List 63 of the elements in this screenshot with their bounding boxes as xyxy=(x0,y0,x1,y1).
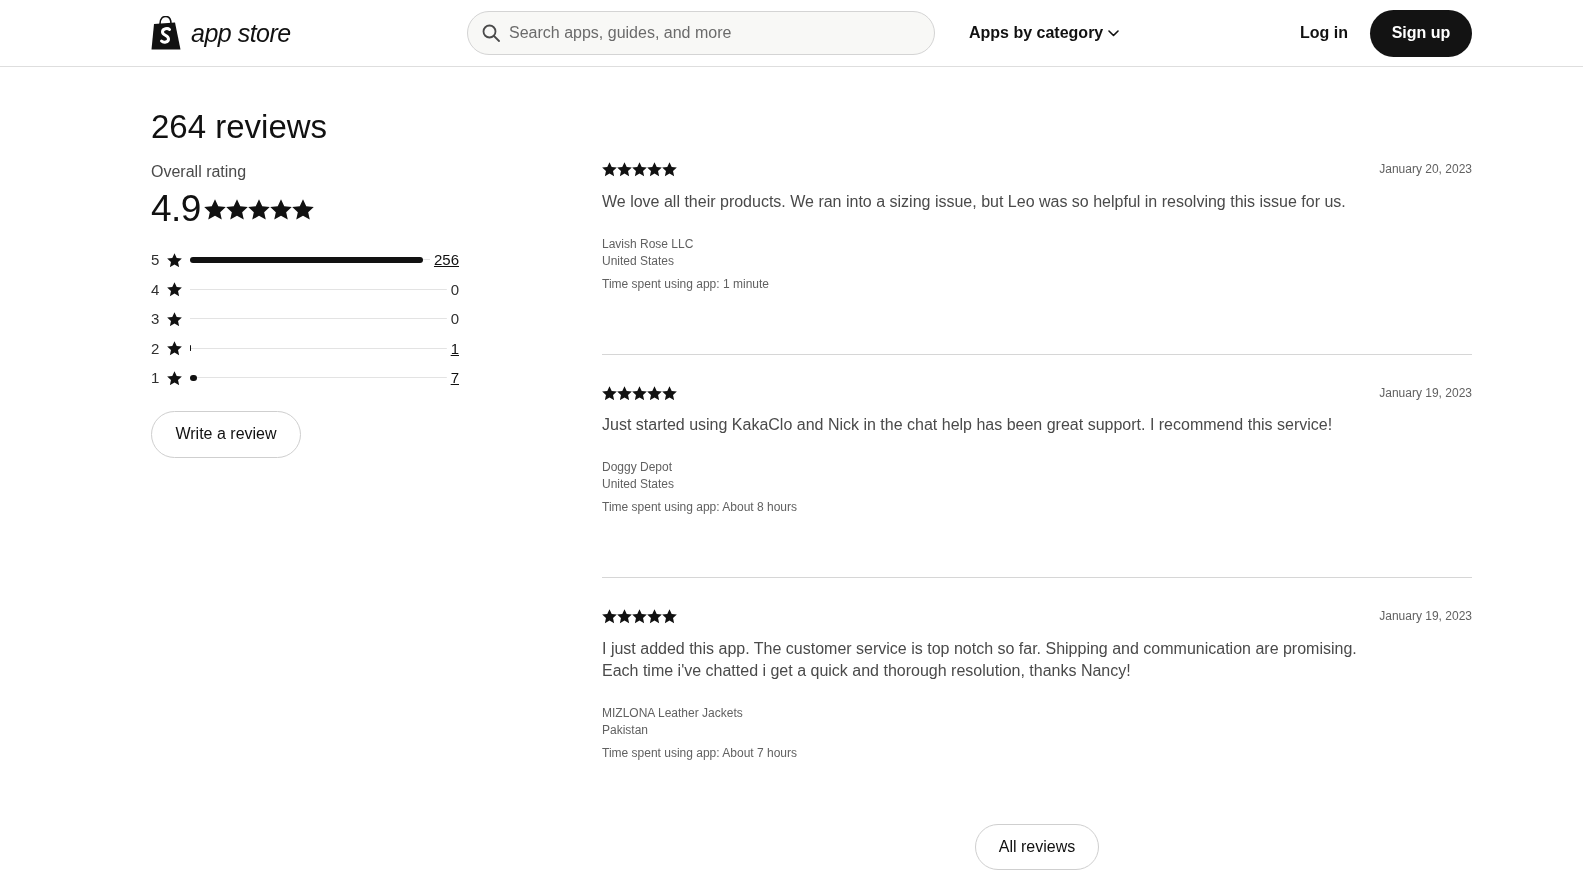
star-icon xyxy=(167,282,182,297)
star-icon xyxy=(647,162,662,177)
logo-text[interactable]: app store xyxy=(191,18,291,48)
star-icon xyxy=(602,162,617,177)
star-icon xyxy=(647,385,662,400)
reviewer-name: Doggy Depot xyxy=(602,459,674,476)
rating-label: 3 xyxy=(151,310,161,328)
review-date: January 19, 2023 xyxy=(1379,609,1472,624)
rating-label: 5 xyxy=(151,251,161,269)
search-field[interactable]: Search apps, guides, and more xyxy=(467,11,935,55)
reviews-title: 264 reviews xyxy=(151,107,329,147)
rating-value: 4.9 xyxy=(151,189,201,229)
star-icon xyxy=(602,609,617,624)
time-spent-text: Time spent using app: About 8 hours xyxy=(602,499,798,516)
review-text: Just started using KakaClo and Nick in the chat help has been great support. I recommend this service! xyxy=(602,415,1334,435)
star-icon xyxy=(647,609,662,624)
login-link[interactable]: Log in xyxy=(1300,24,1348,42)
category-menu-button[interactable]: Apps by category xyxy=(969,24,1120,42)
reviewer-location: United States xyxy=(602,252,676,270)
time-spent-text: Time spent using app: 1 minute xyxy=(602,275,770,293)
write-review-button[interactable]: Write a review xyxy=(151,410,301,458)
star-icon xyxy=(225,198,248,220)
star-icon xyxy=(617,609,632,624)
star-icon xyxy=(291,198,314,220)
reviewer-location: Pakistan xyxy=(602,721,650,739)
star-icon xyxy=(632,609,647,624)
shopping-bag-icon[interactable] xyxy=(151,16,181,50)
star-icon xyxy=(662,162,677,177)
all-reviews-button[interactable]: All reviews xyxy=(975,823,1099,870)
reviewer-name: MIZLONA Leather Jackets xyxy=(602,704,744,722)
chevron-down-icon xyxy=(1108,29,1120,37)
review-text: We love all their products. We ran into a sizing issue, but Leo was so helpful in resolving this issue for us. xyxy=(602,191,1347,212)
review-text: I just added this app. The customer service is top notch so far. Shipping and communication are promising. Each time i've chatted i get a quick and thorough resolution, thanks Nancy! xyxy=(602,638,1358,681)
rating-label: 2 xyxy=(151,339,161,357)
review-count-link[interactable]: 1 xyxy=(450,339,459,357)
overall-rating-label: Overall rating xyxy=(151,162,248,182)
time-spent-text: Time spent using app: About 7 hours xyxy=(602,744,798,762)
rating-label: 4 xyxy=(151,280,161,298)
star-icon xyxy=(617,385,632,400)
star-icon xyxy=(167,252,182,267)
star-icon xyxy=(247,198,270,220)
star-icon xyxy=(617,162,632,177)
star-icon xyxy=(662,609,677,624)
star-icon xyxy=(167,341,182,356)
star-icon xyxy=(662,385,677,400)
star-icon xyxy=(167,311,182,326)
star-icon xyxy=(167,370,182,385)
review-date: January 19, 2023 xyxy=(1379,385,1472,400)
review-count-link[interactable]: 7 xyxy=(450,369,459,387)
review-date: January 20, 2023 xyxy=(1379,162,1472,177)
search-icon xyxy=(482,24,500,42)
star-icon xyxy=(632,385,647,400)
review-count-link[interactable]: 256 xyxy=(433,251,459,269)
star-icon xyxy=(269,198,292,220)
star-icon xyxy=(203,198,226,220)
star-icon xyxy=(602,385,617,400)
reviewer-name: Lavish Rose LLC xyxy=(602,235,695,253)
star-icon xyxy=(632,162,647,177)
review-count: 0 xyxy=(450,310,459,328)
signup-button[interactable]: Sign up xyxy=(1370,9,1472,57)
rating-label: 1 xyxy=(151,369,161,387)
reviewer-location: United States xyxy=(602,476,676,493)
review-count: 0 xyxy=(450,280,459,298)
